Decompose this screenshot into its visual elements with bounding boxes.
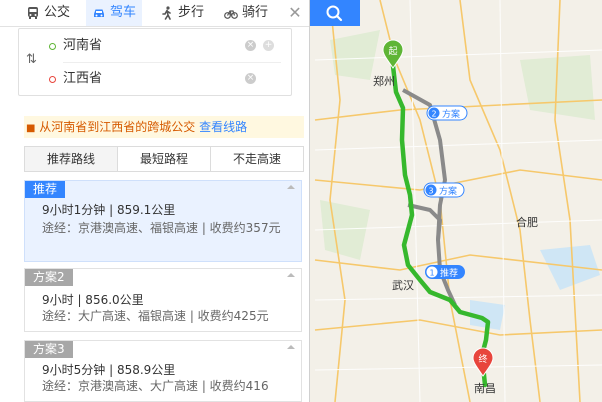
svg-text:3: 3 — [428, 187, 433, 196]
tab-drive-label: 驾车 — [110, 5, 137, 20]
start-dot-icon — [49, 43, 56, 50]
end-field[interactable]: 江西省 × — [19, 63, 291, 95]
walk-icon — [162, 5, 171, 20]
mode-tabs: 公交 驾车 步行 骑行 ✕ — [0, 0, 309, 27]
route-summary: 9小时1分钟 | 859.1公里 — [42, 203, 176, 217]
close-icon[interactable]: ✕ — [284, 2, 306, 24]
tab-no-highway[interactable]: 不走高速 — [211, 147, 303, 171]
route-badge-2[interactable]: 2 方案 — [426, 105, 468, 121]
route-card-3[interactable]: 方案3 9小时5分钟 | 858.9公里 途经：京港澳高速、大广高速 | 收费约… — [24, 340, 302, 402]
route-card-header: 方案3 — [25, 341, 73, 358]
route-type-tabs: 推荐路线 最短路程 不走高速 — [24, 146, 304, 172]
route-panel: 公交 驾车 步行 骑行 ✕ 河南省 × + 江西省 × ⇅ ■ 从河南省到江西省… — [0, 0, 310, 402]
end-input-value: 江西省 — [63, 71, 103, 86]
route-card-header: 推荐 — [25, 181, 66, 198]
tab-bike[interactable]: 骑行 — [224, 0, 268, 26]
route-card-header: 方案2 — [25, 269, 73, 286]
start-input-value: 河南省 — [63, 38, 103, 53]
bike-icon — [224, 9, 238, 19]
car-icon — [94, 9, 104, 17]
tab-drive[interactable]: 驾车 — [86, 0, 143, 26]
city-label-wuhan: 武汉 — [392, 279, 414, 292]
route-badge-1[interactable]: 1 推荐 — [425, 265, 465, 279]
route-detail: 途经：大广高速、福银高速 | 收费约425元 — [42, 309, 269, 323]
bus-icon — [28, 6, 38, 19]
collapse-icon[interactable] — [287, 185, 295, 189]
svg-text:终: 终 — [478, 353, 487, 365]
tab-walk-label: 步行 — [178, 5, 205, 20]
svg-text:2: 2 — [431, 110, 436, 119]
search-button[interactable] — [310, 0, 360, 26]
tab-recommended[interactable]: 推荐路线 — [25, 147, 118, 171]
route-summary: 9小时5分钟 | 858.9公里 — [42, 363, 176, 377]
tab-bus[interactable]: 公交 — [26, 0, 70, 26]
search-icon — [326, 5, 343, 22]
svg-text:起: 起 — [388, 46, 397, 57]
start-field[interactable]: 河南省 × + — [19, 30, 291, 62]
city-label-hefei: 合肥 — [516, 215, 538, 229]
cross-city-banner: ■ 从河南省到江西省的跨城公交 查看线路 — [24, 116, 304, 138]
route-card-2[interactable]: 方案2 9小时 | 856.0公里 途经：大广高速、福银高速 | 收费约425元 — [24, 268, 302, 332]
route-badge-3[interactable]: 3 方案 — [423, 182, 465, 198]
banner-text: 从河南省到江西省的跨城公交 — [39, 120, 196, 134]
tab-bus-label: 公交 — [44, 5, 71, 20]
clear-end-icon[interactable]: × — [245, 73, 256, 84]
route-summary: 9小时 | 856.0公里 — [42, 293, 144, 307]
svg-text:方案: 方案 — [439, 185, 457, 197]
end-dot-icon — [49, 76, 56, 83]
swap-icon[interactable]: ⇅ — [26, 52, 37, 67]
route-card-1[interactable]: 推荐 9小时1分钟 | 859.1公里 途经：京港澳高速、福银高速 | 收费约3… — [24, 180, 302, 262]
city-label-nanchang: 南昌 — [474, 382, 496, 395]
bus-small-icon: ■ — [26, 123, 36, 134]
svg-text:推荐: 推荐 — [440, 267, 458, 279]
tab-walk[interactable]: 步行 — [160, 0, 204, 26]
route-detail: 途经：京港澳高速、大广高速 | 收费约416 — [42, 379, 269, 393]
route-inputs: 河南省 × + 江西省 × — [18, 28, 292, 96]
svg-text:1: 1 — [429, 269, 434, 278]
tab-bike-label: 骑行 — [242, 5, 269, 20]
add-waypoint-icon[interactable]: + — [263, 40, 274, 51]
view-route-link[interactable]: 查看线路 — [199, 120, 247, 134]
clear-start-icon[interactable]: × — [245, 40, 256, 51]
tab-shortest[interactable]: 最短路程 — [118, 147, 211, 171]
svg-text:方案: 方案 — [442, 108, 460, 120]
collapse-icon[interactable] — [287, 273, 295, 277]
city-label-zhengzhou: 郑州 — [373, 74, 395, 88]
collapse-icon[interactable] — [287, 345, 295, 349]
route-detail: 途经：京港澳高速、福银高速 | 收费约357元 — [42, 221, 281, 235]
